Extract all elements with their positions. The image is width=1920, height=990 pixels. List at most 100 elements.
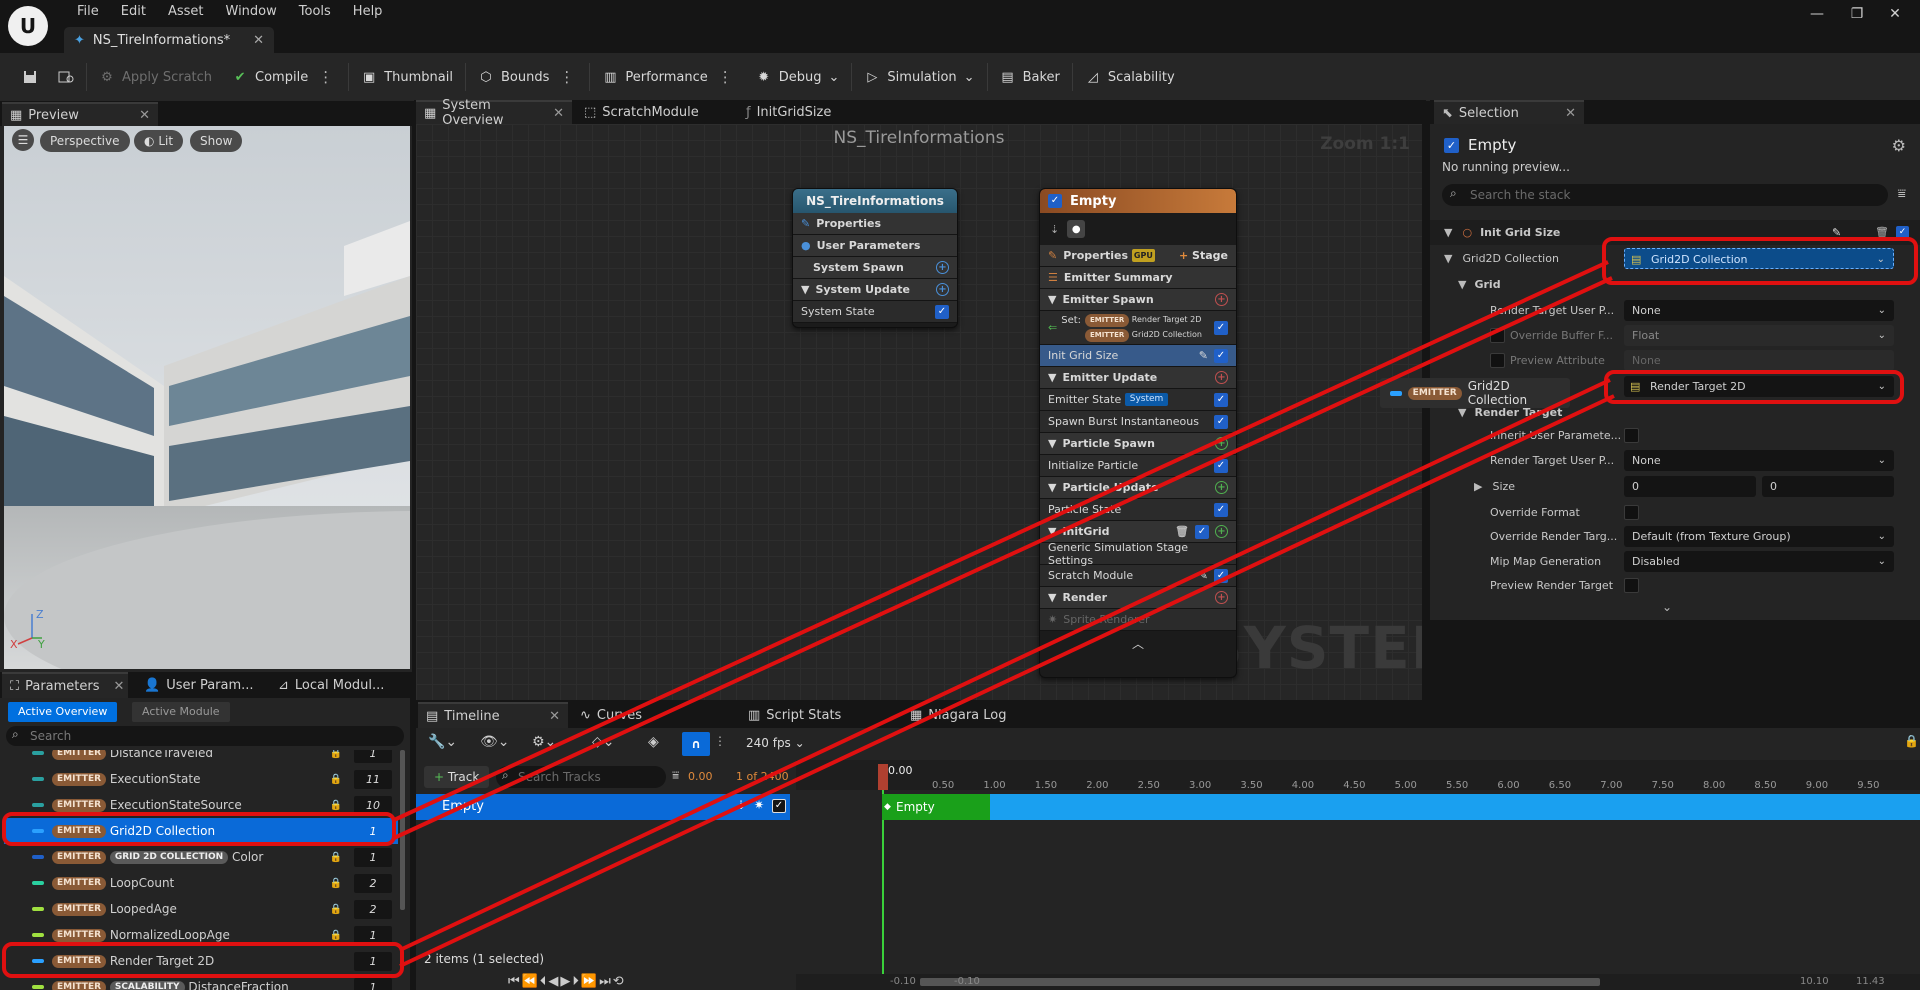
active-overview-button[interactable]: Active Overview [8, 702, 118, 722]
render-target-user-param-dropdown[interactable]: None ⌄ [1624, 300, 1894, 321]
tab-niagara-log[interactable]: ▦ Niagara Log [902, 702, 1014, 728]
track-pin-icon[interactable]: ⇣ [736, 798, 746, 812]
emitter-track-bar[interactable] [882, 794, 1920, 820]
tab-preview[interactable]: ▦ Preview ✕ [2, 102, 158, 126]
add-module-icon[interactable]: + [1215, 293, 1228, 306]
asset-tab[interactable]: ✦ NS_TireInformations* ✕ [64, 27, 274, 53]
inherit-user-checkbox[interactable] [1624, 428, 1639, 443]
keyframe-icon[interactable]: ◈ [648, 734, 659, 750]
system-properties-row[interactable]: ✎ Properties [793, 213, 957, 235]
enabled-checkbox[interactable]: ✓ [1195, 524, 1209, 539]
menu-edit[interactable]: Edit [110, 2, 157, 22]
performance-options-icon[interactable]: ⋮ [715, 68, 736, 86]
size-x-input[interactable]: 0 [1624, 476, 1756, 497]
enabled-checkbox[interactable]: ✓ [1214, 414, 1228, 429]
settings-icon[interactable]: ⚙⌄ [532, 734, 556, 750]
add-module-icon[interactable]: + [1215, 481, 1228, 494]
initialize-particle-row[interactable]: Initialize Particle ✓ [1040, 455, 1236, 477]
tab-parameters[interactable]: ⛶ Parameters ✕ [2, 672, 128, 698]
enabled-checkbox[interactable]: ✓ [935, 304, 949, 319]
graph-canvas[interactable]: NS_TireInformations Zoom 1:1 SYSTEM NS_T… [416, 124, 1422, 700]
loop-icon[interactable]: ⟲ [613, 974, 626, 989]
tab-curves[interactable]: ∿ Curves [572, 702, 650, 728]
menu-tools[interactable]: Tools [288, 2, 342, 22]
playhead-handle[interactable] [878, 764, 888, 790]
collapse-node-icon[interactable]: ︿ [1040, 631, 1236, 661]
stack-search-input[interactable]: ⌕ Search the stack [1442, 184, 1888, 206]
bounds-button[interactable]: ⬡ Bounds ⋮ [468, 61, 587, 93]
enabled-checkbox[interactable]: ✓ [1214, 348, 1228, 363]
override-buffer-dropdown[interactable]: Float ⌄ [1624, 325, 1894, 346]
bounds-options-icon[interactable]: ⋮ [556, 68, 577, 86]
list-item[interactable]: EMITTER ExecutionState 🔒 11 [4, 766, 398, 792]
parameters-scrollbar[interactable] [400, 750, 405, 910]
compile-options-icon[interactable]: ⋮ [315, 68, 336, 86]
lit-button[interactable]: ◐ Lit [134, 130, 184, 152]
delete-icon[interactable]: 🗑 [1175, 525, 1189, 538]
grid2d-collection-dropdown[interactable]: ▤ Grid2D Collection ⌄ [1624, 248, 1894, 269]
scratch-module-row[interactable]: Scratch Module ✎ ✓ [1040, 565, 1236, 587]
settings-gear-icon[interactable]: ⚙ [1892, 136, 1906, 155]
module-enabled-checkbox[interactable]: ✓ [1896, 226, 1909, 239]
system-node[interactable]: NS_TireInformations ✎ Properties ● User Pa… [792, 188, 958, 328]
render-target-2d-dropdown[interactable]: ▤ Render Target 2D ⌄ [1624, 376, 1894, 397]
compile-button[interactable]: ✔ Compile ⋮ [222, 61, 346, 93]
emitter-properties-row[interactable]: ✎ Properties GPU + Stage [1040, 245, 1236, 267]
set-parameters-row[interactable]: ⇐ Set: EMITTER Render Target 2D EMITTER … [1040, 311, 1236, 345]
emitter-enabled-checkbox[interactable]: ✓ [1444, 138, 1459, 153]
snap-magnet-icon[interactable]: ∩ [682, 732, 710, 756]
viewport-menu-button[interactable]: ☰ [12, 129, 34, 151]
apply-scratch-button[interactable]: ⚙ Apply Scratch [89, 61, 222, 93]
tab-scratch-module[interactable]: ⬚ ScratchModule [576, 100, 707, 124]
edit-icon[interactable]: ✎ [1832, 226, 1841, 239]
grid-category-row[interactable]: ▼ Grid [1430, 272, 1920, 297]
emitter-node[interactable]: ✓ Empty ⇣ ● ✎ Properties GPU + Stage ☰ Emit… [1039, 188, 1237, 678]
chevron-right-icon[interactable]: ▶ [1474, 480, 1482, 493]
tab-timeline[interactable]: ▤ Timeline ✕ [418, 702, 568, 728]
perspective-button[interactable]: Perspective [40, 130, 130, 152]
list-item[interactable]: EMITTER ExecutionStateSource 🔒 10 [4, 792, 398, 818]
play-reverse-icon[interactable]: ◀ [548, 974, 560, 989]
tools-icon[interactable]: 🔧⌄ [428, 734, 457, 750]
next-key-icon[interactable]: ⏩ [581, 974, 599, 989]
sprite-renderer-row[interactable]: ✷ Sprite Renderer [1040, 609, 1236, 631]
particle-state-row[interactable]: Particle State ✓ [1040, 499, 1236, 521]
add-module-icon[interactable]: + [1215, 525, 1228, 538]
add-track-button[interactable]: + Track [424, 766, 490, 788]
list-item[interactable]: EMITTER DistanceTraveled 🔒 1 [4, 750, 398, 766]
render-row[interactable]: ▼ Render + [1040, 587, 1236, 609]
track-row-empty[interactable]: Empty ⇣ ✷ ✓ [416, 794, 790, 820]
user-parameters-row[interactable]: ● User Parameters [793, 235, 957, 257]
emitter-summary-row[interactable]: ☰ Emitter Summary [1040, 267, 1236, 289]
preview-render-target-checkbox[interactable] [1624, 578, 1639, 593]
add-module-icon[interactable]: + [936, 283, 949, 296]
active-module-button[interactable]: Active Module [132, 702, 230, 722]
filter-icon[interactable]: ⩸ [1897, 186, 1906, 202]
key-icon[interactable]: ◇⌄ [592, 734, 615, 750]
list-item[interactable]: EMITTER GRID 2D COLLECTION Color 🔒 1 [4, 844, 398, 870]
particle-spawn-row[interactable]: ▼ Particle Spawn + [1040, 433, 1236, 455]
save-button[interactable] [12, 61, 48, 93]
list-item[interactable]: EMITTER LoopCount 🔒 2 [4, 870, 398, 896]
generic-sim-stage-row[interactable]: Generic Simulation Stage Settings [1040, 541, 1236, 567]
restore-icon[interactable]: ❐ [1842, 6, 1872, 22]
preview-viewport[interactable] [4, 126, 410, 669]
range-scrollbar[interactable] [920, 978, 1600, 986]
menu-help[interactable]: Help [342, 2, 394, 22]
init-grid-size-header[interactable]: ▼ ○ Init Grid Size ✎ 🗑 ✓ [1430, 220, 1920, 245]
emitter-state-row[interactable]: Emitter State System ✓ [1040, 389, 1236, 411]
spawn-burst-row[interactable]: Spawn Burst Instantaneous ✓ [1040, 411, 1236, 433]
baker-button[interactable]: ▤ Baker [990, 61, 1070, 93]
expand-more-icon[interactable]: ⌄ [1662, 600, 1672, 614]
tab-script-stats[interactable]: ▥ Script Stats [740, 702, 849, 728]
tab-system-overview[interactable]: ▦ System Overview ✕ [416, 98, 572, 128]
close-icon[interactable]: ✕ [114, 679, 125, 694]
prev-key-icon[interactable]: ⏪ [522, 974, 540, 989]
show-button[interactable]: Show [190, 130, 243, 152]
size-y-input[interactable]: 0 [1762, 476, 1894, 497]
jump-end-icon[interactable]: ⏭ [599, 974, 613, 989]
add-module-icon[interactable]: + [1215, 371, 1228, 384]
unreal-logo-icon[interactable]: U [8, 6, 48, 46]
thumbnail-button[interactable]: ▣ Thumbnail [351, 61, 463, 93]
view-icon[interactable]: 👁⌄ [480, 734, 510, 750]
